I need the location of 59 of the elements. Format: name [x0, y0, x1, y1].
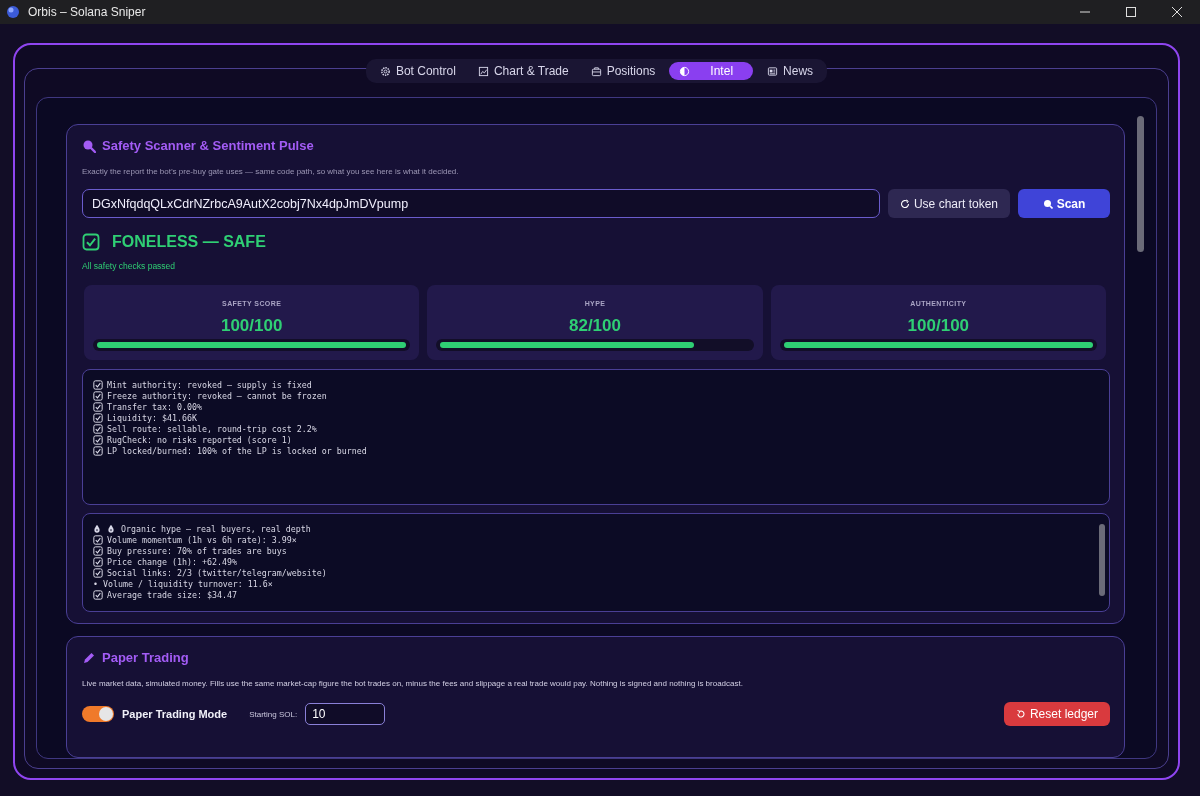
check-text: RugCheck: no risks reported (score 1): [107, 434, 292, 445]
pulse-text: • Volume / liquidity turnover: 11.6×: [93, 578, 273, 589]
search-icon: [1042, 198, 1053, 209]
card-title: Paper Trading: [102, 650, 189, 665]
check-text: Sell route: sellable, round-trip cost 2.2%: [107, 423, 317, 434]
verdict-note: All safety checks passed: [82, 261, 177, 271]
scrollbar[interactable]: [1137, 116, 1144, 252]
reset-ledger-button[interactable]: Reset ledger: [1003, 702, 1110, 726]
pulse-text: Volume momentum (1h vs 6h rate): 3.99×: [107, 534, 297, 545]
drop-icon: [107, 524, 115, 533]
token-field[interactable]: DGxNfqdqQLxCdrNZrbcA9AutX2cobj7Nx4dpJmDVpump: [82, 189, 880, 218]
checkbox-icon: [93, 589, 103, 600]
window-title: Orbis – Solana Sniper: [28, 5, 147, 19]
pulse-text: Price change (1h): +62.49%: [107, 556, 237, 567]
gear-icon: [379, 65, 391, 77]
tab[interactable]: Bot Control: [371, 62, 464, 80]
search-icon: [82, 138, 96, 153]
box-icon: [590, 65, 602, 77]
check-text: Freeze authority: revoked — cannot be frozen: [107, 390, 327, 401]
score-value: 100/100: [220, 316, 283, 336]
pulse-text: Average trade size: $34.47: [107, 589, 237, 600]
card-title: Safety Scanner & Sentiment Pulse: [102, 138, 314, 153]
refresh-icon: [899, 198, 910, 209]
checkbox-icon: [93, 534, 103, 545]
score-value: 100/100: [907, 316, 970, 336]
check-text: Mint authority: revoked — supply is fixed: [107, 379, 312, 390]
pulse-text: Buy pressure: 70% of trades are buys: [107, 545, 287, 556]
checkbox-icon: [93, 567, 103, 578]
tab[interactable]: Intel: [669, 62, 754, 80]
chart-icon: [477, 65, 489, 77]
use-chart-token-button[interactable]: Use chart token: [887, 189, 1010, 218]
maximize-icon[interactable]: [1126, 7, 1136, 17]
checkbox-icon: [93, 556, 103, 567]
check-text: LP locked/burned: 100% of the LP is locked or burned: [107, 445, 367, 456]
half-circle-icon: [679, 65, 691, 77]
checkbox-icon: [93, 545, 103, 556]
card-description: Live market data, simulated money. Fills use the same market-cap figure the bot trades on, minus the fees and slippage a real trade would pay. Nothing is signed and nothing is broadcast.: [82, 679, 744, 688]
drop-icon: [93, 524, 101, 533]
card-subtitle: Exactly the report the bot’s pre-buy gate uses — same code path, so what you see here is what it decided.: [82, 167, 460, 176]
scan-button[interactable]: Scan: [1018, 189, 1110, 218]
toggle-switch[interactable]: [82, 706, 114, 722]
pencil-icon: [82, 650, 96, 665]
close-icon[interactable]: [1172, 7, 1182, 17]
score-value: 82/100: [569, 316, 621, 336]
tab[interactable]: News: [759, 62, 822, 80]
check-text: Transfer tax: 0.00%: [107, 401, 202, 412]
pulse-text: Social links: 2/3 (twitter/telegram/website): [107, 567, 327, 578]
check-text: Liquidity: $41.66K: [107, 412, 197, 423]
pulse-text: Organic hype — real buyers, real depth: [121, 523, 311, 534]
verdict-text: FONELESS — SAFE: [112, 233, 266, 251]
tab[interactable]: Chart & Trade: [469, 62, 577, 80]
newspaper-icon: [767, 65, 779, 77]
scrollbar[interactable]: [1099, 524, 1105, 596]
tab[interactable]: Positions: [582, 62, 664, 80]
starting-sol-field[interactable]: 10: [305, 703, 386, 725]
app-icon: [6, 5, 20, 19]
reset-icon: [1015, 709, 1026, 719]
toggle-label: Paper Trading Mode: [122, 708, 228, 720]
field-label: Starting SOL:: [249, 709, 298, 719]
